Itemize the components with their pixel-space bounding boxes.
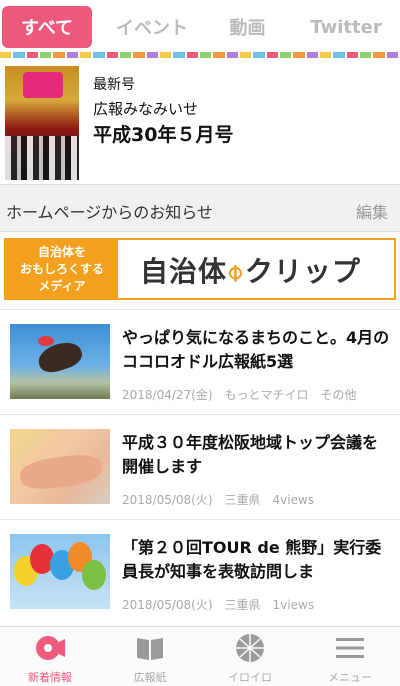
- hands-shape: [18, 451, 104, 493]
- article-item[interactable]: 「第２０回TOUR de 熊野」実行委員長が知事を表敬訪問しま 2018/05/…: [0, 519, 400, 624]
- article-date: 2018/05/08(火): [122, 493, 213, 507]
- tab-all[interactable]: すべて: [2, 6, 92, 48]
- article-title: 平成３０年度松阪地域トップ会議を開催します: [122, 433, 379, 476]
- notice-section-header: ホームページからのお知らせ 編集: [0, 184, 400, 232]
- nav-menu[interactable]: メニュー: [300, 627, 400, 686]
- nav-news[interactable]: 新着情報: [0, 627, 100, 686]
- menu-icon: [335, 633, 365, 663]
- megaphone-icon: [35, 633, 65, 663]
- globe-icon: [235, 633, 265, 663]
- jichitai-clip-banner[interactable]: 自治体を おもしろくする メディア 自治体⌽クリップ: [4, 238, 396, 300]
- nav-label: イロイロ: [228, 671, 272, 684]
- book-icon: [135, 633, 165, 663]
- issue-cover-image[interactable]: [5, 66, 79, 180]
- article-meta: 2018/05/08(火) 三重県 1views: [122, 596, 326, 613]
- issue-publication-name: 広報みなみいせ: [93, 100, 199, 118]
- nav-label: 新着情報: [28, 671, 72, 684]
- cover-photo: [5, 136, 79, 180]
- article-views: 1views: [272, 598, 315, 612]
- article-source: もっとマチイロ: [224, 388, 309, 402]
- cover-logo: [23, 72, 63, 98]
- bottom-navigation: 新着情報 広報紙 イロイロ メニュー: [0, 626, 400, 686]
- article-source: 三重県: [224, 493, 261, 507]
- nav-label: メニュー: [328, 671, 372, 684]
- paperclip-icon: ⌽: [227, 255, 245, 288]
- article-meta: 2018/04/27(金) もっとマチイロ その他: [122, 386, 369, 403]
- article-views: 4views: [272, 493, 315, 507]
- banner-logo-text: 自治体⌽クリップ: [140, 255, 361, 288]
- tab-video[interactable]: 動画: [205, 6, 290, 48]
- nav-iroiro[interactable]: イロイロ: [200, 627, 300, 686]
- article-tag: その他: [320, 388, 357, 402]
- nav-magazine[interactable]: 広報紙: [100, 627, 200, 686]
- tab-event[interactable]: イベント: [102, 6, 202, 48]
- nav-label: 広報紙: [133, 671, 167, 684]
- article-title: やっぱり気になるまちのこと。4月のココロオドル広報紙5選: [122, 328, 390, 371]
- notice-title: ホームページからのお知らせ: [6, 203, 213, 222]
- article-thumbnail: [10, 324, 110, 399]
- article-thumbnail: [10, 534, 110, 609]
- balloon-shape: [82, 560, 106, 590]
- article-date: 2018/05/08(火): [122, 598, 213, 612]
- banner-tagline: 自治体を おもしろくする メディア: [6, 240, 118, 298]
- tab-twitter[interactable]: Twitter: [292, 6, 400, 48]
- article-source: 三重県: [224, 598, 261, 612]
- article-date: 2018/04/27(金): [122, 388, 213, 402]
- latest-issue-label: 最新号: [93, 77, 135, 93]
- article-item[interactable]: やっぱり気になるまちのこと。4月のココロオドル広報紙5選 2018/04/27(…: [0, 309, 400, 414]
- frisbee-shape: [38, 336, 54, 346]
- decorative-dot-strip: [0, 52, 400, 58]
- article-item[interactable]: 平成３０年度松阪地域トップ会議を開催します 2018/05/08(火) 三重県 4v…: [0, 414, 400, 519]
- article-meta: 2018/05/08(火) 三重県 4views: [122, 491, 326, 508]
- edit-button[interactable]: 編集: [356, 199, 388, 223]
- top-tab-bar: すべて イベント 動画 Twitter: [0, 0, 400, 58]
- issue-title[interactable]: 平成30年５月号: [93, 120, 233, 147]
- article-thumbnail: [10, 429, 110, 504]
- article-title: 「第２０回TOUR de 熊野」実行委員長が知事を表敬訪問しま: [122, 538, 382, 581]
